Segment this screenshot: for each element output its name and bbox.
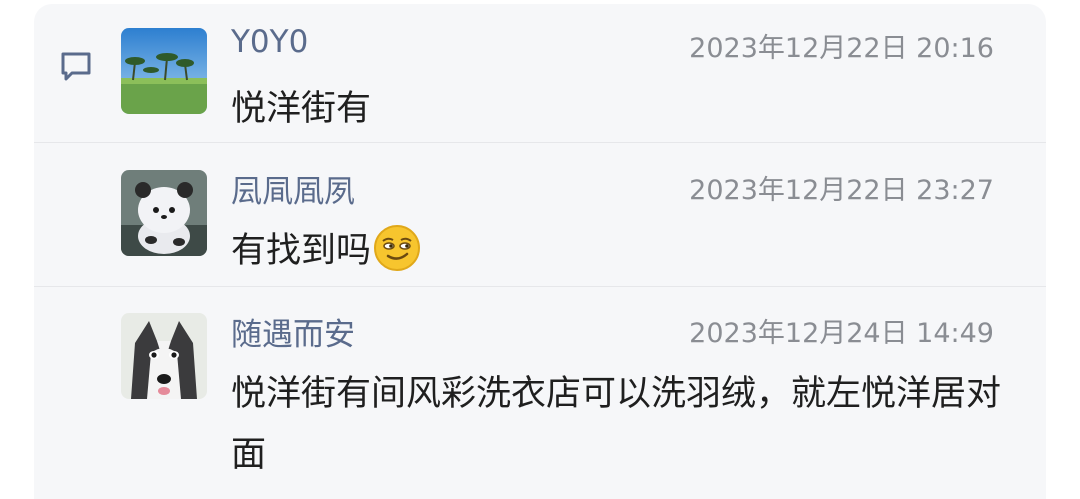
divider <box>34 142 1046 143</box>
author-name[interactable]: 凨凬凮夙 <box>231 166 355 211</box>
avatar[interactable] <box>121 170 207 256</box>
smirk-emoji-icon <box>374 225 421 271</box>
timestamp: 2023年12月22日 23:27 <box>689 175 994 206</box>
divider <box>34 286 1046 287</box>
comment-bubble-icon[interactable] <box>58 50 94 82</box>
author-name[interactable]: Y0Y0 <box>231 24 308 60</box>
avatar[interactable] <box>121 28 207 114</box>
author-name[interactable]: 随遇而安 <box>231 309 355 354</box>
comment-text: 有找到吗 <box>231 221 1011 282</box>
comment-text: 悦洋街有间风彩洗衣店可以洗羽绒，就左悦洋居对面 <box>231 374 1002 475</box>
comment-text-content: 有找到吗 <box>231 231 372 271</box>
comment-text: 悦洋街有 <box>231 89 372 129</box>
timestamp: 2023年12月24日 14:49 <box>689 318 994 349</box>
timestamp: 2023年12月22日 20:16 <box>689 33 994 64</box>
avatar[interactable] <box>121 313 207 399</box>
